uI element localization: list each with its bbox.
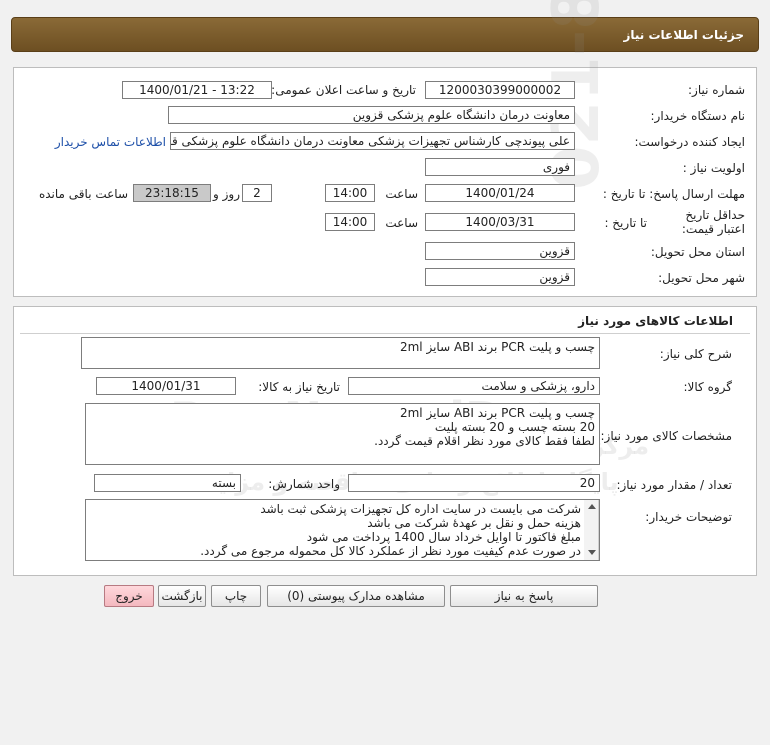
- validity-time-label: ساعت: [385, 216, 418, 230]
- goods-specs-field: چسب و پلیت PCR برند ABI سایز 2ml 20 بسته…: [85, 403, 600, 465]
- delivery-city-field: قزوین: [425, 268, 575, 286]
- scroll-up-arrow-icon[interactable]: [588, 504, 596, 509]
- specs-line: لطفا فقط کالای مورد نظر اقلام قیمت گردد.: [374, 434, 595, 448]
- validity-time-field: 14:00: [325, 213, 375, 231]
- remaining-time-label: ساعت باقی مانده: [38, 187, 128, 201]
- specs-line: چسب و پلیت PCR برند ABI سایز 2ml: [399, 406, 595, 420]
- deadline-time-field: 14:00: [325, 184, 375, 202]
- exit-button[interactable]: خروج: [104, 585, 154, 607]
- delivery-province-label: استان محل تحویل:: [650, 245, 745, 259]
- page-title-bar: جزئیات اطلاعات نیاز: [11, 17, 759, 52]
- announce-datetime-field: 1400/01/21 - 13:22: [122, 81, 272, 99]
- delivery-city-label: شهر محل تحویل:: [658, 271, 745, 285]
- need-number-label: شماره نیاز:: [688, 83, 745, 97]
- notes-scrollbar[interactable]: [584, 500, 599, 560]
- notes-line: هزینه حمل و نقل بر عهدهٔ شرکت می باشد: [367, 516, 581, 530]
- remaining-days-field: 2: [242, 184, 272, 202]
- days-label: روز و: [213, 187, 240, 201]
- delivery-province-field: قزوین: [425, 242, 575, 260]
- buyer-notes-field[interactable]: شرکت می بایست در سایت اداره کل تجهیزات پ…: [85, 499, 600, 561]
- priority-label: اولویت نیاز :: [682, 161, 745, 175]
- quantity-field: 20: [348, 474, 600, 492]
- need-summary-field: چسب و پلیت PCR برند ABI سایز 2ml: [81, 337, 600, 369]
- print-button[interactable]: چاپ: [211, 585, 261, 607]
- buyer-name-field: معاونت درمان دانشگاه علوم پزشکی قزوین: [168, 106, 575, 124]
- goods-specs-label: مشخصات کالای مورد نیاز:: [600, 429, 732, 443]
- deadline-time-label: ساعت: [385, 187, 418, 201]
- announce-datetime-label: تاریخ و ساعت اعلان عمومی:: [271, 83, 416, 97]
- need-number-field: 1200030399000002: [425, 81, 575, 99]
- goods-group-label: گروه کالا:: [683, 380, 733, 394]
- buyer-contact-link[interactable]: اطلاعات تماس خریدار: [55, 135, 166, 149]
- view-attachments-button[interactable]: مشاهده مدارک پیوستی (0): [267, 585, 445, 607]
- validity-until-label: تا تاریخ :: [604, 216, 647, 230]
- unit-field: بسته: [94, 474, 241, 492]
- buyer-name-label: نام دستگاه خریدار:: [650, 109, 746, 123]
- need-summary-label: شرح کلی نیاز:: [659, 347, 732, 361]
- need-date-label: تاریخ نیاز به کالا:: [258, 380, 340, 394]
- need-date-field: 1400/01/31: [96, 377, 236, 395]
- section-divider: [20, 333, 750, 334]
- deadline-date-field: 1400/01/24: [425, 184, 575, 202]
- remaining-time-timer: 23:18:15: [133, 184, 211, 202]
- reply-to-need-button[interactable]: پاسخ به نیاز: [450, 585, 598, 607]
- buyer-notes-label: توضیحات خریدار:: [645, 510, 732, 524]
- request-creator-label: ایجاد کننده درخواست:: [634, 135, 745, 149]
- notes-line: مبلغ فاکتور تا اوایل خرداد سال 1400 پردا…: [306, 530, 581, 544]
- need-summary-text: چسب و پلیت PCR برند ABI سایز 2ml: [399, 340, 595, 354]
- specs-line: 20 بسته چسب و 20 بسته پلیت: [434, 420, 595, 434]
- back-button[interactable]: بازگشت: [158, 585, 206, 607]
- goods-section-title: اطلاعات کالاهای مورد نیاز: [578, 314, 733, 328]
- notes-line: در صورت عدم کیفیت مورد نظر از عملکرد کال…: [200, 544, 581, 558]
- validity-date-field: 1400/03/31: [425, 213, 575, 231]
- request-creator-field: علی پیوندچی کارشناس تجهیزات پزشکی معاونت…: [170, 132, 575, 150]
- price-validity-label: حداقل تاریخ اعتبار قیمت:: [681, 208, 745, 236]
- need-info-panel: [13, 67, 757, 297]
- deadline-label: مهلت ارسال پاسخ: تا تاریخ :: [602, 187, 745, 201]
- priority-field: فوری: [425, 158, 575, 176]
- unit-label: واحد شمارش:: [268, 477, 340, 491]
- quantity-label: تعداد / مقدار مورد نیاز:: [616, 478, 732, 492]
- page-title: جزئیات اطلاعات نیاز: [623, 28, 744, 42]
- scroll-down-arrow-icon[interactable]: [588, 550, 596, 555]
- notes-line: شرکت می بایست در سایت اداره کل تجهیزات پ…: [260, 502, 581, 516]
- goods-group-field: دارو، پزشکی و سلامت: [348, 377, 600, 395]
